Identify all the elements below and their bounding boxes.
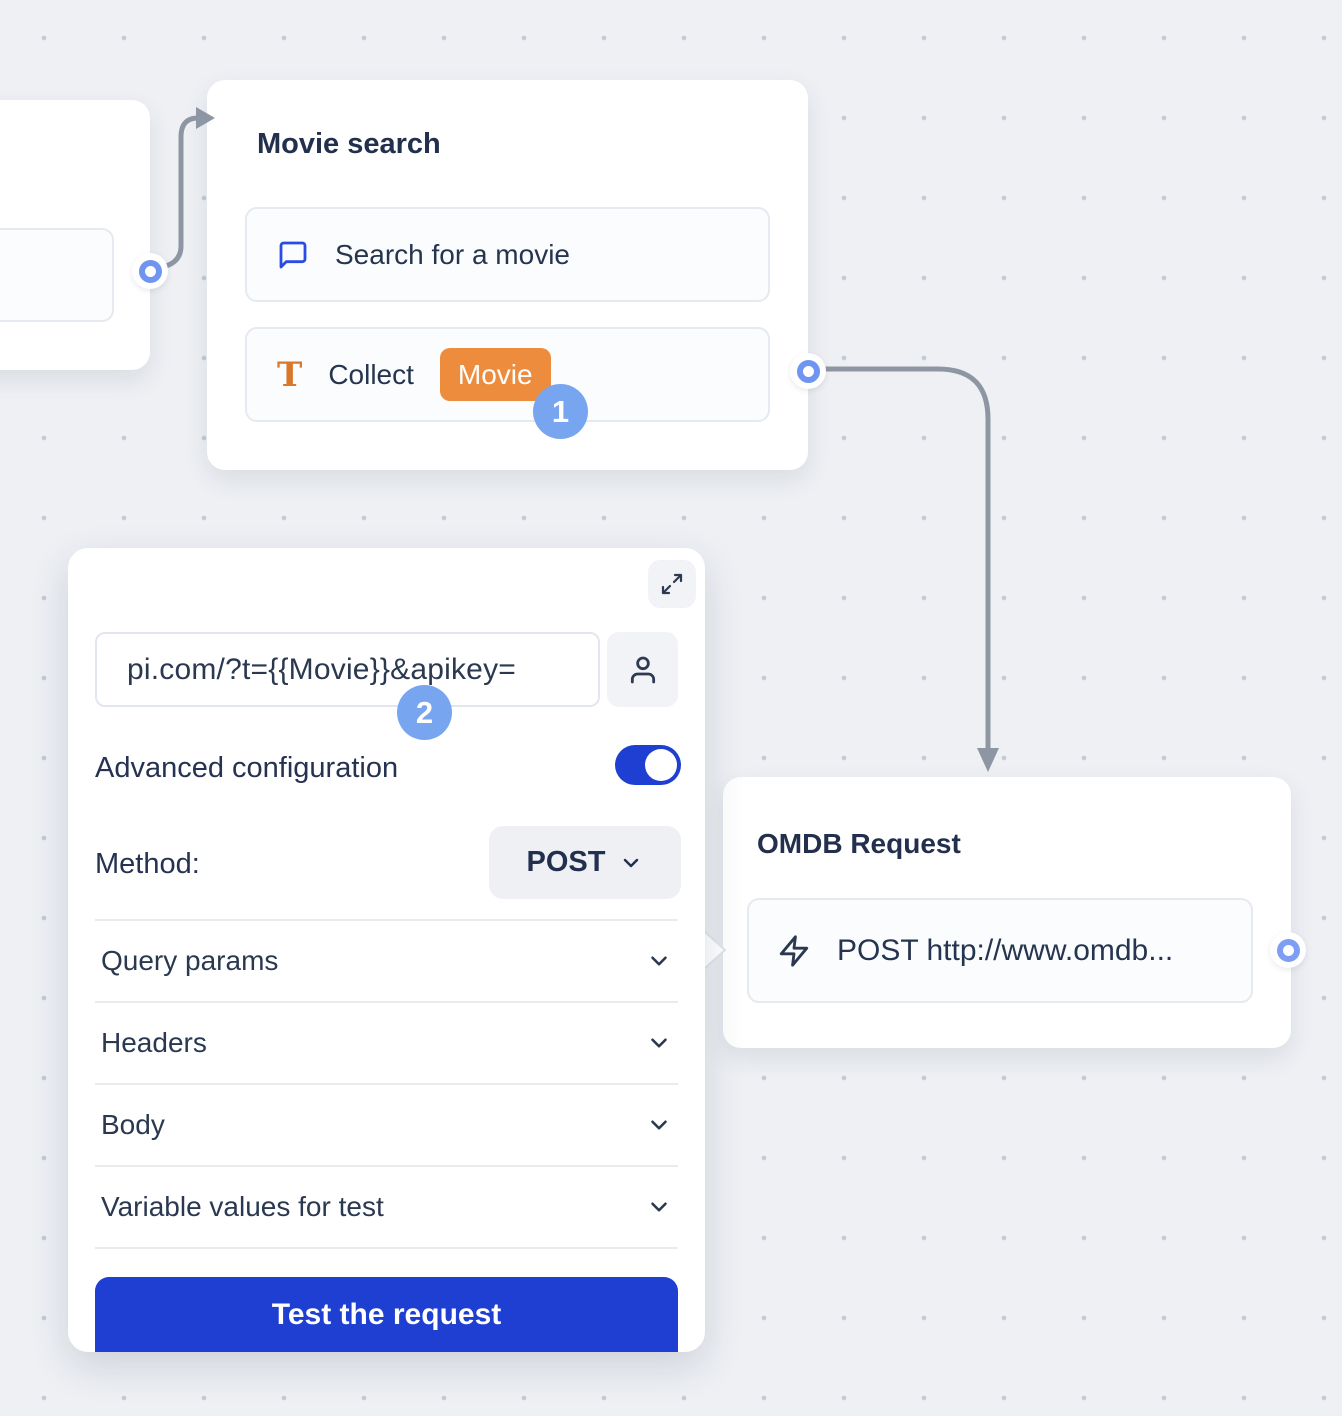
test-request-button[interactable]: Test the request <box>95 1277 678 1352</box>
question-item[interactable]: Search for a movie <box>245 207 770 302</box>
movie-search-node[interactable]: Movie search Search for a movie T Collec… <box>207 80 808 470</box>
omdb-node-output-port[interactable] <box>1270 932 1306 968</box>
connector-line-movie-to-omdb <box>826 369 988 750</box>
connector-line-start-to-movie <box>166 118 198 266</box>
start-node-card[interactable] <box>0 100 150 370</box>
omdb-request-node[interactable]: OMDB Request POST http://www.omdb... <box>723 777 1291 1048</box>
webhook-item[interactable]: POST http://www.omdb... <box>747 898 1253 1003</box>
webhook-config-panel: pi.com/?t={{Movie}}&apikey= 2 Advanced c… <box>68 548 705 1352</box>
webhook-item-label: POST http://www.omdb... <box>837 934 1173 968</box>
omdb-input-notch <box>704 931 725 969</box>
chevron-down-icon <box>646 1030 672 1056</box>
url-input[interactable]: pi.com/?t={{Movie}}&apikey= <box>95 632 600 707</box>
text-input-icon: T <box>277 355 302 395</box>
omdb-request-title: OMDB Request <box>757 828 961 860</box>
toggle-knob <box>645 749 677 781</box>
section-variable-values[interactable]: Variable values for test <box>95 1167 678 1247</box>
chat-bubble-icon <box>277 239 309 271</box>
chevron-down-icon <box>646 948 672 974</box>
section-label: Body <box>101 1109 165 1141</box>
start-node-item[interactable] <box>0 228 114 322</box>
method-value: POST <box>527 846 606 879</box>
method-dropdown[interactable]: POST <box>489 826 681 899</box>
collect-item-label: Collect <box>328 359 414 391</box>
expand-icon <box>660 572 684 596</box>
chevron-down-icon <box>646 1112 672 1138</box>
arrowhead-down-icon <box>977 748 999 772</box>
movie-variable-chip[interactable]: Movie <box>440 348 551 402</box>
section-headers[interactable]: Headers <box>95 1003 678 1083</box>
advanced-configuration-toggle[interactable] <box>615 745 681 785</box>
question-item-label: Search for a movie <box>335 239 570 271</box>
section-query-params[interactable]: Query params <box>95 921 678 1001</box>
section-label: Query params <box>101 945 278 977</box>
section-body[interactable]: Body <box>95 1085 678 1165</box>
flow-canvas[interactable]: Movie search Search for a movie T Collec… <box>0 0 1342 1416</box>
section-label: Headers <box>101 1027 207 1059</box>
step-badge-2: 2 <box>397 685 452 740</box>
chevron-down-icon <box>619 851 643 875</box>
movie-node-output-port[interactable] <box>790 353 826 389</box>
step-badge-1: 1 <box>533 384 588 439</box>
advanced-configuration-label: Advanced configuration <box>95 744 398 792</box>
divider <box>95 1247 678 1249</box>
url-input-value: pi.com/?t={{Movie}}&apikey= <box>97 653 516 687</box>
movie-search-title: Movie search <box>257 128 441 161</box>
lightning-icon <box>777 934 811 968</box>
chevron-down-icon <box>646 1194 672 1220</box>
method-label: Method: <box>95 840 200 888</box>
variable-insert-button[interactable] <box>607 632 678 707</box>
person-icon <box>627 654 659 686</box>
expand-button[interactable] <box>648 560 696 608</box>
collect-item[interactable]: T Collect Movie <box>245 327 770 422</box>
start-node-output-port[interactable] <box>132 253 168 289</box>
section-label: Variable values for test <box>101 1191 384 1223</box>
